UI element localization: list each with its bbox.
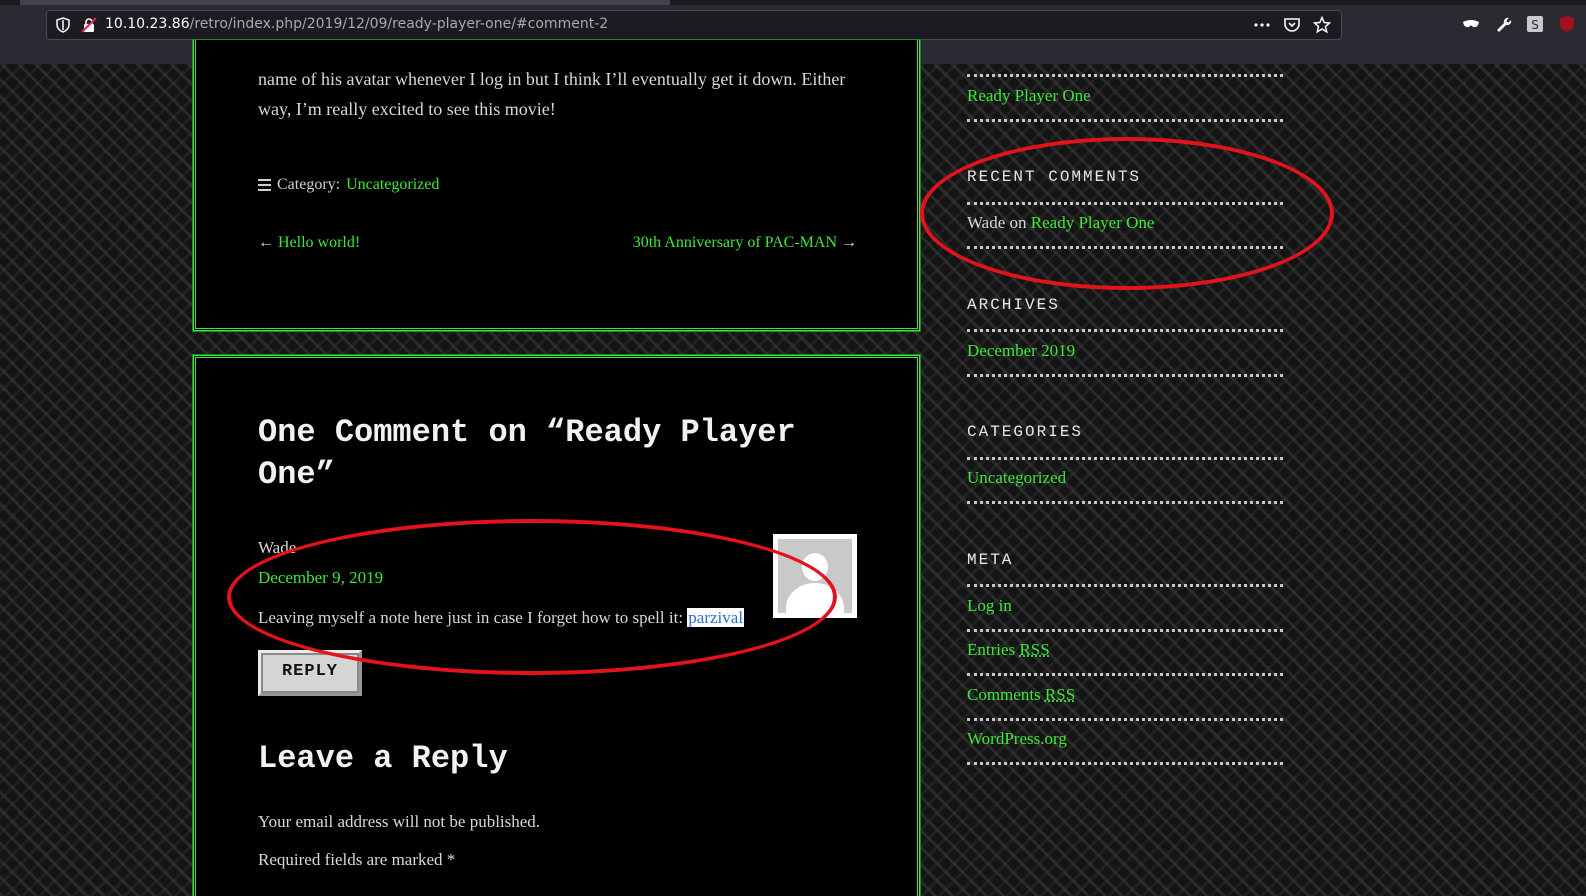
divider bbox=[967, 673, 1283, 676]
recent-comment-on: on bbox=[1009, 213, 1027, 232]
prev-arrow-icon: ← bbox=[258, 234, 274, 251]
divider bbox=[967, 762, 1283, 765]
url-path: /retro/index.php/2019/12/09/ready-player… bbox=[189, 16, 609, 32]
post-category: Category: Uncategorized bbox=[258, 176, 439, 194]
next-post-link[interactable]: 30th Anniversary of PAC-MAN bbox=[633, 234, 837, 251]
archive-month-link[interactable]: December 2019 bbox=[967, 341, 1075, 361]
recent-comment-item: Wade on Ready Player One bbox=[967, 213, 1154, 233]
insecure-lock-icon[interactable] bbox=[81, 17, 97, 33]
divider bbox=[967, 457, 1283, 460]
extension-s-icon[interactable]: S bbox=[1526, 15, 1544, 33]
private-mask-icon[interactable] bbox=[1462, 15, 1480, 33]
divider bbox=[967, 74, 1283, 77]
comment-highlighted-word: parzival bbox=[687, 608, 745, 627]
divider bbox=[967, 584, 1283, 587]
svg-text:S: S bbox=[1531, 18, 1539, 32]
avatar bbox=[773, 534, 857, 618]
recent-comments-title: RECENT COMMENTS bbox=[967, 168, 1142, 186]
divider bbox=[967, 629, 1283, 632]
category-link[interactable]: Uncategorized bbox=[346, 176, 439, 194]
leave-reply-title: Leave a Reply bbox=[258, 740, 508, 777]
comment-author: Wade bbox=[258, 538, 297, 557]
bookmark-star-icon[interactable] bbox=[1313, 16, 1331, 34]
rss-abbr: RSS bbox=[1019, 640, 1050, 659]
divider bbox=[967, 246, 1283, 249]
divider bbox=[967, 329, 1283, 332]
recent-comment-post-link[interactable]: Ready Player One bbox=[1031, 213, 1155, 232]
previous-post-nav: ← Hello world! bbox=[258, 234, 360, 252]
meta-title: META bbox=[967, 551, 1014, 569]
post-panel: name of his avatar whenever I log in but… bbox=[192, 39, 921, 332]
comment-body-text: Leaving myself a note here just in case … bbox=[258, 608, 688, 627]
divider bbox=[967, 374, 1283, 377]
required-fields-note: Required fields are marked * bbox=[258, 850, 456, 869]
address-bar[interactable]: 10.10.23.86/retro/index.php/2019/12/09/r… bbox=[46, 10, 1342, 40]
comments-rss-label: Comments bbox=[967, 685, 1041, 704]
comments-title: One Comment on “Ready Player One” bbox=[258, 414, 796, 493]
wrench-icon[interactable] bbox=[1494, 15, 1512, 33]
post-body-text: name of his avatar whenever I log in but… bbox=[258, 69, 846, 119]
shield-icon[interactable] bbox=[55, 17, 71, 33]
category-label: Category: bbox=[277, 176, 341, 193]
default-avatar-icon bbox=[778, 539, 852, 613]
comments-panel: One Comment on “Ready Player One” Wade D… bbox=[192, 354, 921, 896]
rss-abbr: RSS bbox=[1044, 685, 1076, 704]
wordpress-org-link[interactable]: WordPress.org bbox=[967, 729, 1067, 749]
divider bbox=[967, 501, 1283, 504]
ublock-icon[interactable] bbox=[1558, 15, 1576, 33]
entries-rss-label: Entries bbox=[967, 640, 1016, 659]
tab-strip bbox=[0, 0, 1586, 5]
reply-button[interactable]: REPLY bbox=[258, 650, 362, 696]
next-post-nav: 30th Anniversary of PAC-MAN → bbox=[633, 234, 857, 252]
next-arrow-icon: → bbox=[841, 234, 857, 251]
categories-title: CATEGORIES bbox=[967, 423, 1084, 441]
divider bbox=[967, 119, 1283, 122]
pocket-icon[interactable] bbox=[1283, 16, 1301, 34]
url-host: 10.10.23.86 bbox=[105, 16, 190, 32]
comments-rss-link[interactable]: Comments RSS bbox=[967, 685, 1075, 705]
active-tab[interactable] bbox=[20, 0, 670, 5]
recent-comment-author: Wade bbox=[967, 213, 1006, 232]
category-uncategorized-link[interactable]: Uncategorized bbox=[967, 468, 1066, 488]
comment-body: Leaving myself a note here just in case … bbox=[258, 608, 745, 628]
previous-post-link[interactable]: Hello world! bbox=[278, 234, 360, 251]
category-menu-icon bbox=[258, 179, 271, 191]
email-note: Your email address will not be published… bbox=[258, 812, 541, 831]
archives-title: ARCHIVES bbox=[967, 296, 1060, 314]
divider bbox=[967, 202, 1283, 205]
url-text[interactable]: 10.10.23.86/retro/index.php/2019/12/09/r… bbox=[105, 16, 608, 32]
divider bbox=[967, 718, 1283, 721]
entries-rss-link[interactable]: Entries RSS bbox=[967, 640, 1050, 660]
recent-post-link[interactable]: Ready Player One bbox=[967, 86, 1091, 106]
more-actions-icon[interactable] bbox=[1253, 16, 1271, 34]
login-link[interactable]: Log in bbox=[967, 596, 1012, 616]
comment-date-link[interactable]: December 9, 2019 bbox=[258, 568, 383, 588]
